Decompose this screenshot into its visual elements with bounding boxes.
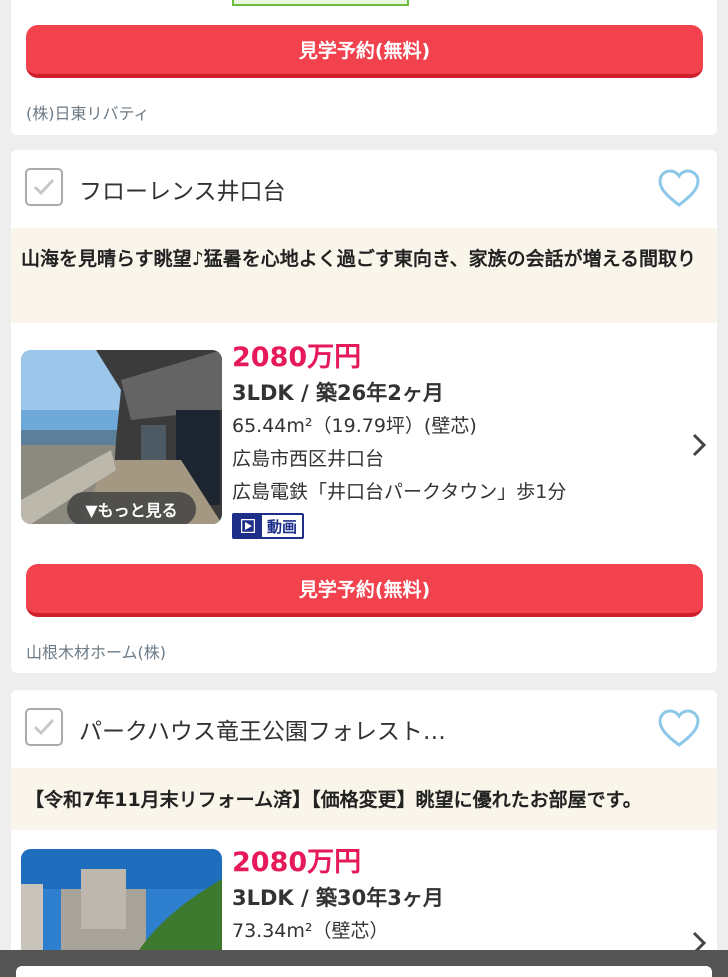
video-badge[interactable]: 動画 — [232, 513, 305, 539]
catch-copy: 【令和7年11月末リフォーム済】【価格変更】眺望に優れたお部屋です。 — [11, 768, 717, 830]
layout-age: 3LDK / 築26年2ヶ月 — [232, 381, 444, 405]
reserve-button[interactable]: 見学予約(無料) — [26, 25, 703, 78]
bottom-sheet-handle[interactable] — [16, 966, 712, 977]
floor-area: 73.34m²（壁芯） — [232, 920, 389, 942]
company-name: (株)日東リバティ — [26, 104, 150, 123]
reserve-button-label: 見学予約(無料) — [298, 579, 431, 601]
company-name: 山根木材ホーム(株) — [26, 643, 167, 662]
more-photos-button[interactable]: ▼もっと見る — [67, 492, 196, 524]
property-card: フローレンス井口台 山海を見晴らす眺望♪猛暑を心地よく過ごす東向き、家族の会話が… — [11, 150, 717, 673]
card-header: フローレンス井口台 — [11, 150, 717, 228]
property-name[interactable]: フローレンス井口台 — [79, 172, 286, 206]
tag-badge — [232, 0, 409, 6]
checkbox[interactable] — [25, 708, 63, 746]
heart-icon[interactable] — [657, 168, 701, 208]
play-icon — [234, 515, 262, 537]
property-photo[interactable]: ▼もっと見る — [21, 350, 222, 524]
chevron-right-icon[interactable] — [691, 432, 707, 458]
price: 2080万円 — [232, 847, 362, 878]
station-access: 広島電鉄「井口台パークタウン」歩1分 — [232, 481, 567, 503]
checkbox-icon — [33, 718, 55, 736]
checkbox[interactable] — [25, 168, 63, 206]
price: 2080万円 — [232, 342, 362, 373]
reserve-button-label: 見学予約(無料) — [298, 40, 431, 62]
property-card: パークハウス竜王公園フォレスト… 【令和7年11月末リフォーム済】【価格変更】眺… — [11, 690, 717, 977]
property-name[interactable]: パークハウス竜王公園フォレスト… — [79, 712, 446, 746]
address: 広島市西区井口台 — [232, 448, 385, 470]
checkbox-icon — [33, 178, 55, 196]
catch-copy: 山海を見晴らす眺望♪猛暑を心地よく過ごす東向き、家族の会話が増える間取り — [11, 228, 717, 323]
heart-icon[interactable] — [657, 708, 701, 748]
reserve-button[interactable]: 見学予約(無料) — [26, 564, 703, 617]
layout-age: 3LDK / 築30年3ヶ月 — [232, 886, 444, 910]
floor-area: 65.44m²（19.79坪）(壁芯) — [232, 415, 477, 437]
property-info: 2080万円 3LDK / 築30年3ヶ月 73.34m²（壁芯） — [232, 847, 444, 948]
property-info: 2080万円 3LDK / 築26年2ヶ月 65.44m²（19.79坪）(壁芯… — [232, 342, 566, 539]
card-header: パークハウス竜王公園フォレスト… — [11, 690, 717, 768]
property-card: 見学予約(無料) (株)日東リバティ — [11, 0, 717, 135]
video-label: 動画 — [267, 517, 298, 536]
